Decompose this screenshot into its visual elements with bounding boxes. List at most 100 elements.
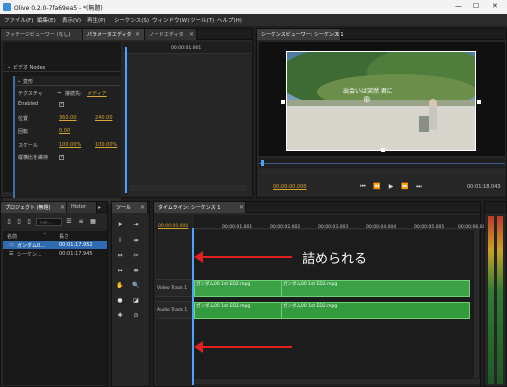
scale-label: スケール — [18, 143, 39, 149]
keyframe-scrollbar[interactable] — [129, 185, 247, 191]
scale-y-field[interactable]: 100.00% — [95, 142, 117, 148]
tab-timeline[interactable]: タイムライン: シーケンス 1 — [154, 202, 246, 213]
next-frame-icon[interactable]: ⏩ — [401, 183, 409, 191]
rolling-tool-icon[interactable]: ⇔ — [116, 252, 124, 260]
list-item[interactable]: ☰ シーケン... 00:01:17.945 — [3, 250, 107, 258]
title-bar: Olive 0.2.0-7fa69ea5 - *(無題) — ☐ ✕ — [0, 0, 507, 14]
viewer-playhead[interactable] — [261, 160, 264, 166]
pointer-tool-icon[interactable]: ➤ — [116, 221, 124, 229]
crosshair-icon[interactable]: ⊕ — [363, 95, 371, 105]
project-search-input[interactable]: ﾌｨﾙﾀｰ... — [36, 218, 62, 226]
transition-tool-icon[interactable]: ◪ — [132, 297, 140, 305]
transform-node: ⌄ 変形 テクスチャ ⇒ 接続先: メディア Enabled 位置 360.00… — [13, 76, 121, 206]
menu-playback[interactable]: 再生(P) — [87, 16, 106, 24]
edit-tool-icon[interactable]: I — [116, 237, 124, 245]
go-to-start-icon[interactable]: ⏮ — [359, 183, 367, 191]
video-nodes-header[interactable]: ⌄ ビデオ Nodes — [3, 62, 121, 72]
go-to-end-icon[interactable]: ⏭ — [415, 183, 423, 191]
add-tool-icon[interactable]: ✚ — [116, 312, 124, 320]
transform-handle[interactable] — [477, 100, 481, 104]
item-length: 00:01:17.945 — [59, 251, 93, 257]
viewer-current-time[interactable]: 00:00:00.000 — [273, 184, 307, 190]
slip-tool-icon[interactable]: ↔ — [116, 267, 124, 275]
rotation-field[interactable]: 0.00 — [59, 128, 70, 134]
audio-meter-panel — [484, 201, 507, 387]
tab-scroll-icon[interactable]: ▸ — [98, 204, 101, 211]
enabled-checkbox[interactable] — [59, 101, 64, 107]
audio-clip-a[interactable]: ガンダム00 1st ED2.mpg — [194, 302, 282, 319]
video-frame: 出会いは突然 君に — [286, 51, 476, 151]
play-icon[interactable]: ▶ — [387, 183, 395, 191]
texture-source-link[interactable]: メディア — [87, 90, 107, 97]
keyframe-area[interactable] — [129, 55, 251, 191]
item-name: シーケン... — [17, 252, 42, 258]
list-item[interactable]: ▭ ガンダム0... 00:01:17.952 — [3, 241, 107, 249]
param-ruler[interactable]: 00:00:01.001 — [123, 42, 251, 54]
menu-sequence[interactable]: シーケンス(S) — [114, 16, 149, 24]
save-file-icon[interactable]: ▯ — [25, 218, 33, 226]
close-window-button[interactable]: ✕ — [492, 2, 498, 10]
tab-footage-viewer[interactable]: フッテージビューワー (なし) — [1, 29, 83, 40]
param-list: ⌄ ビデオ Nodes ⌄ 変形 テクスチャ ⇒ 接続先: メディア Enabl… — [3, 42, 121, 206]
close-tab-icon[interactable]: ✕ — [140, 204, 145, 211]
audio-track-header[interactable]: Audio Track 1 — [156, 301, 192, 319]
viewer-ruler[interactable] — [259, 158, 505, 168]
menu-view[interactable]: 表示(V) — [62, 16, 81, 24]
chevron-down-icon[interactable]: ⌄ — [17, 78, 21, 84]
razor-tool-icon[interactable]: ✂ — [132, 252, 140, 260]
menu-help[interactable]: ヘルプ(H) — [217, 16, 242, 24]
slide-tool-icon[interactable]: ⇼ — [132, 267, 140, 275]
timeline-vertical-scrollbar[interactable] — [474, 230, 479, 378]
snap-tool-icon[interactable]: ⊙ — [132, 312, 140, 320]
column-length[interactable]: 長さ — [59, 233, 69, 240]
close-tab-icon[interactable]: ✕ — [239, 204, 244, 211]
close-tab-icon[interactable]: ✕ — [135, 31, 140, 38]
param-playhead[interactable] — [125, 47, 127, 193]
column-name[interactable]: 名前 — [7, 233, 17, 240]
track-select-tool-icon[interactable]: ⇥ — [132, 221, 140, 229]
menu-bar: ファイル(F) 編集(E) 表示(V) 再生(P) シーケンス(S) ウィンドウ… — [0, 14, 507, 26]
icon-view-icon[interactable]: ▦ — [89, 218, 97, 226]
timeline-scrollbar[interactable] — [194, 379, 480, 384]
open-file-icon[interactable]: ▯ — [15, 218, 23, 226]
transform-handle[interactable] — [381, 148, 385, 152]
timeline-ruler[interactable]: 00:00:01.001 00:00:02.002 00:00:03.003 0… — [194, 215, 488, 230]
viewer-scrollbar[interactable] — [259, 170, 505, 175]
zoom-tool-icon[interactable]: 🔍 — [132, 282, 140, 290]
audio-clip-b[interactable]: ガンダム00 1st ED2.mpg — [281, 302, 470, 319]
close-tab-icon[interactable]: ✕ — [189, 31, 194, 38]
position-x-field[interactable]: 360.00 — [59, 115, 77, 121]
viewer-ruler-line — [259, 163, 505, 164]
new-file-icon[interactable]: ▯ — [5, 218, 13, 226]
scale-x-field[interactable]: 100.00% — [59, 142, 81, 148]
hand-tool-icon[interactable]: ✋ — [116, 282, 124, 290]
transform-handle[interactable] — [281, 100, 285, 104]
sort-icon: ⌃ — [43, 232, 47, 237]
video-clip-a[interactable]: ガンダム00 1st ED2.mpg — [194, 280, 282, 297]
item-length: 00:01:17.952 — [59, 242, 93, 248]
keep-aspect-checkbox[interactable] — [59, 154, 64, 160]
close-tab-icon[interactable]: ✕ — [60, 204, 65, 211]
video-canvas[interactable]: 出会いは突然 君に ⊕ — [259, 42, 505, 156]
record-tool-icon[interactable]: ● — [116, 297, 124, 305]
menu-window[interactable]: ウィンドウ(W) — [152, 16, 189, 24]
menu-tools[interactable]: ツール(T) — [190, 16, 214, 24]
maximize-button[interactable]: ☐ — [473, 2, 479, 10]
divider — [15, 85, 121, 86]
previous-frame-icon[interactable]: ⏪ — [373, 183, 381, 191]
video-clip-b[interactable]: ガンダム00 1st ED2.mpg — [281, 280, 470, 297]
ripple-tool-icon[interactable]: ⇹ — [132, 237, 140, 245]
video-track-header[interactable]: Video Track 1 — [156, 279, 192, 297]
tree-view-icon[interactable]: ☰ — [65, 218, 73, 226]
close-tab-icon[interactable]: ✕ — [335, 31, 340, 38]
minimize-button[interactable]: — — [455, 2, 462, 10]
menu-edit[interactable]: 編集(E) — [37, 16, 56, 24]
video-caption: 出会いは突然 君に — [343, 88, 393, 95]
timeline-current-time[interactable]: 00:00:00.000 — [158, 224, 188, 229]
menu-file[interactable]: ファイル(F) — [4, 16, 33, 24]
position-y-field[interactable]: 240.00 — [95, 115, 113, 121]
tab-project[interactable]: プロジェクト (無題) — [1, 202, 67, 213]
tab-history[interactable]: Histor — [67, 202, 97, 213]
list-view-icon[interactable]: ≡ — [77, 218, 85, 226]
tab-sequence-viewer[interactable]: シーケンスビューワー: シーケンス 1 — [257, 29, 344, 40]
